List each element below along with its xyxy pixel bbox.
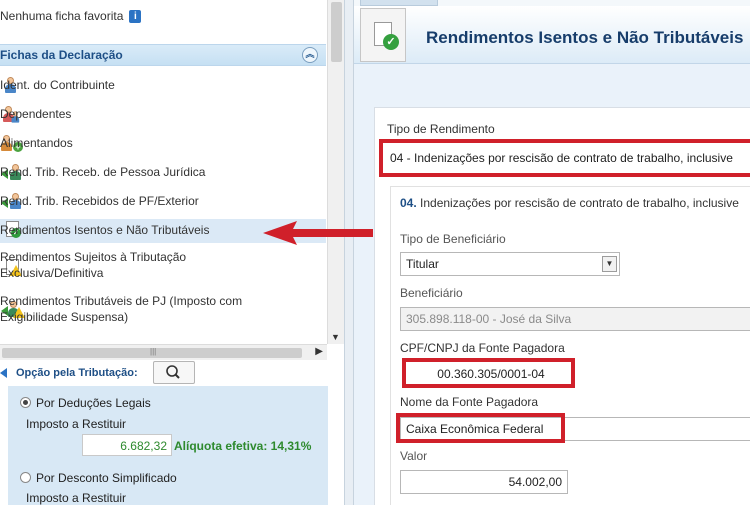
imposto-label-2: Imposto a Restituir [26, 491, 127, 505]
deducoes-label: Por Deduções Legais [36, 396, 151, 410]
nome-fonte-label: Nome da Fonte Pagadora [400, 395, 539, 409]
collapse-icon[interactable]: ︽ [302, 47, 318, 63]
tax-option-panel: Por Deduções Legais Imposto a Restituir … [8, 386, 328, 505]
tipo-beneficiario-value: Titular [406, 257, 439, 271]
search-icon [166, 365, 180, 379]
info-icon[interactable]: i [129, 9, 142, 23]
favorites-text: Nenhuma ficha favorita [0, 9, 124, 23]
page-title: Rendimentos Isentos e Não Tributáveis [426, 28, 744, 47]
valor-input[interactable]: 54.002,00 [400, 470, 568, 494]
sidebar-item-suspensa[interactable]: Rendimentos Tributáveis de PJ (Imposto c… [0, 290, 326, 330]
favorites-row: Nenhuma ficha favorita i [0, 6, 142, 26]
sidebar-item-label: Rendimentos Sujeitos à Tributação Exclusi… [0, 250, 187, 280]
tax-option-label: Opção pela Tributação: [16, 367, 138, 379]
arrow-left-icon [0, 368, 7, 378]
deducoes-radio[interactable] [20, 397, 31, 408]
sidebar-item-exclusiva[interactable]: Rendimentos Sujeitos à Tributação Exclusi… [0, 246, 326, 289]
chevron-right-icon[interactable]: ▶ [315, 346, 323, 357]
tipo-beneficiario-select[interactable]: Titular ▼ [400, 252, 620, 276]
search-button[interactable] [153, 361, 195, 384]
highlight-box [379, 139, 750, 177]
splitter[interactable] [344, 0, 354, 505]
sidebar-item-contribuinte[interactable]: Ident. do Contribuinte [0, 74, 326, 103]
sidebar-item-label: Rendimentos Tributáveis de PJ (Imposto c… [0, 294, 243, 324]
main-panel: ✓ Rendimentos Isentos e Não Tributáveis … [354, 0, 750, 505]
highlight-box [402, 358, 575, 388]
scroll-thumb[interactable] [331, 2, 342, 62]
section-header[interactable]: Fichas da Declaração ︽ [0, 44, 326, 66]
chevron-down-icon[interactable]: ▼ [331, 332, 340, 342]
subheader: 04. Indenizações por rescisão de contrat… [400, 196, 739, 210]
beneficiario-value: 305.898.118-00 - José da Silva [406, 312, 572, 326]
aliquota-text: Alíquota efetiva: 14,31% [174, 439, 312, 453]
horizontal-scrollbar[interactable]: ||| ▶ [0, 344, 327, 360]
sidebar-item-label: Dependentes [0, 107, 72, 121]
tipo-beneficiario-label: Tipo de Beneficiário [400, 232, 506, 246]
valor-label: Valor [400, 449, 428, 463]
sidebar-item-rend-pj[interactable]: Rend. Trib. Receb. de Pessoa Jurídica [0, 161, 326, 190]
cnpj-label: CPF/CNPJ da Fonte Pagadora [400, 341, 565, 355]
sidebar-item-label: Rend. Trib. Receb. de Pessoa Jurídica [0, 165, 206, 179]
chevron-down-icon[interactable]: ▼ [602, 256, 617, 272]
sidebar-item-label: Rendimentos Isentos e Não Tributáveis [0, 223, 210, 237]
sidebar-item-alimentandos[interactable]: + Alimentandos [0, 132, 326, 161]
sidebar-item-label: Alimentandos [0, 136, 73, 150]
tipo-rendimento-label: Tipo de Rendimento [387, 122, 495, 136]
sidebar-item-label: Rend. Trib. Recebidos de PF/Exterior [0, 194, 199, 208]
imposto-label: Imposto a Restituir [26, 417, 127, 431]
nav-list: Ident. do Contribuinte Dependentes + Ali… [0, 74, 326, 330]
form-area: Tipo de Rendimento 04 - Indenizações por… [374, 107, 750, 505]
section-title: Fichas da Declaração [0, 48, 123, 62]
document-check-icon: ✓ [360, 8, 406, 62]
grip-icon: ||| [150, 347, 157, 356]
title-bar: ✓ Rendimentos Isentos e Não Tributáveis [354, 6, 750, 64]
sidebar-item-label: Ident. do Contribuinte [0, 78, 115, 92]
simplificado-label: Por Desconto Simplificado [36, 471, 177, 485]
sidebar-item-dependentes[interactable]: Dependentes [0, 103, 326, 132]
simplificado-radio[interactable] [20, 472, 31, 483]
tax-option-bar: Opção pela Tributação: [0, 360, 344, 386]
pointer-arrow-icon [263, 221, 373, 245]
vertical-scrollbar[interactable]: ▼ [327, 0, 344, 344]
imposto-value: 6.682,32 [82, 434, 172, 456]
sidebar-item-rend-pf[interactable]: Rend. Trib. Recebidos de PF/Exterior [0, 190, 326, 219]
entry-box: 04. Indenizações por rescisão de contrat… [390, 186, 750, 505]
beneficiario-select: 305.898.118-00 - José da Silva [400, 307, 750, 331]
highlight-box [396, 413, 565, 443]
beneficiario-label: Beneficiário [400, 286, 463, 300]
left-panel: Nenhuma ficha favorita i Fichas da Decla… [0, 0, 344, 505]
